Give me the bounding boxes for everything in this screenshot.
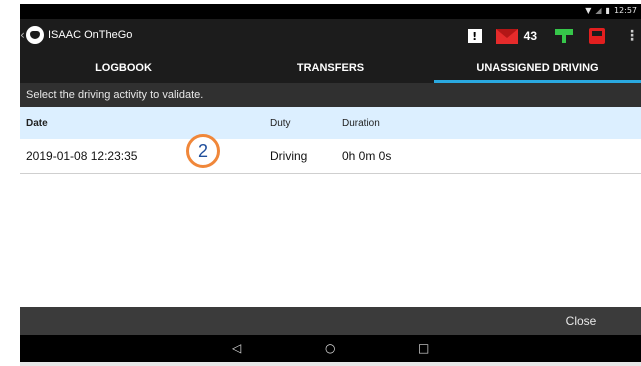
status-icons: ▼ ◢ ▮ 12:57 (585, 6, 637, 15)
table-row[interactable]: 2019-01-08 12:23:35 Driving 0h 0m 0s (20, 139, 641, 174)
app-logo-icon[interactable] (26, 26, 44, 44)
alert-glyph: ! (472, 29, 478, 43)
app-bar-icons: ! 43 ⋮ (467, 23, 641, 49)
device-shadow (20, 362, 641, 366)
device-screen: ▼ ◢ ▮ 12:57 ‹ ISAAC OnTheGo ! 43 ⋮ LOGBO… (20, 4, 641, 366)
truck-icon[interactable] (589, 28, 605, 44)
app-title: ISAAC OnTheGo (48, 29, 133, 41)
status-bar: ▼ ◢ ▮ 12:57 (20, 4, 641, 19)
clock: 12:57 (613, 6, 637, 15)
cell-date: 2019-01-08 12:23:35 (26, 149, 138, 163)
cell-duration: 0h 0m 0s (342, 149, 392, 163)
back-chevron-icon[interactable]: ‹ (20, 28, 25, 42)
app-bar: ‹ ISAAC OnTheGo ! 43 ⋮ (20, 19, 641, 53)
header-duty[interactable]: Duty (270, 118, 342, 129)
cell-duty: Driving (270, 149, 308, 163)
tab-bar: LOGBOOK TRANSFERS UNASSIGNED DRIVING (20, 53, 641, 83)
tab-unassigned-driving[interactable]: UNASSIGNED DRIVING (434, 53, 641, 83)
instruction-text: Select the driving activity to validate. (20, 83, 641, 107)
wifi-icon: ▼ (585, 6, 592, 15)
battery-icon: ▮ (605, 6, 610, 15)
nav-home-icon[interactable]: ○ (325, 341, 335, 355)
activity-table: Date Duty Duration 2019-01-08 12:23:35 D… (20, 107, 641, 307)
tab-transfers[interactable]: TRANSFERS (227, 53, 434, 83)
alert-icon[interactable]: ! (467, 29, 482, 43)
header-duration[interactable]: Duration (342, 118, 492, 129)
overflow-menu-icon[interactable]: ⋮ (625, 29, 639, 43)
mail-icon[interactable] (495, 28, 518, 44)
signal-icon: ◢ (595, 6, 602, 15)
nav-recent-icon[interactable]: □ (418, 341, 429, 355)
message-count[interactable]: 43 (524, 29, 537, 43)
close-button[interactable]: Close (521, 307, 641, 335)
footer-bar: Close (20, 307, 641, 335)
table-header: Date Duty Duration (20, 107, 641, 139)
nav-back-icon[interactable]: ◁ (232, 341, 241, 355)
callout-badge: 2 (186, 134, 220, 168)
tab-logbook[interactable]: LOGBOOK (20, 53, 227, 83)
road-sign-icon[interactable] (555, 29, 573, 43)
header-date[interactable]: Date (20, 118, 270, 129)
